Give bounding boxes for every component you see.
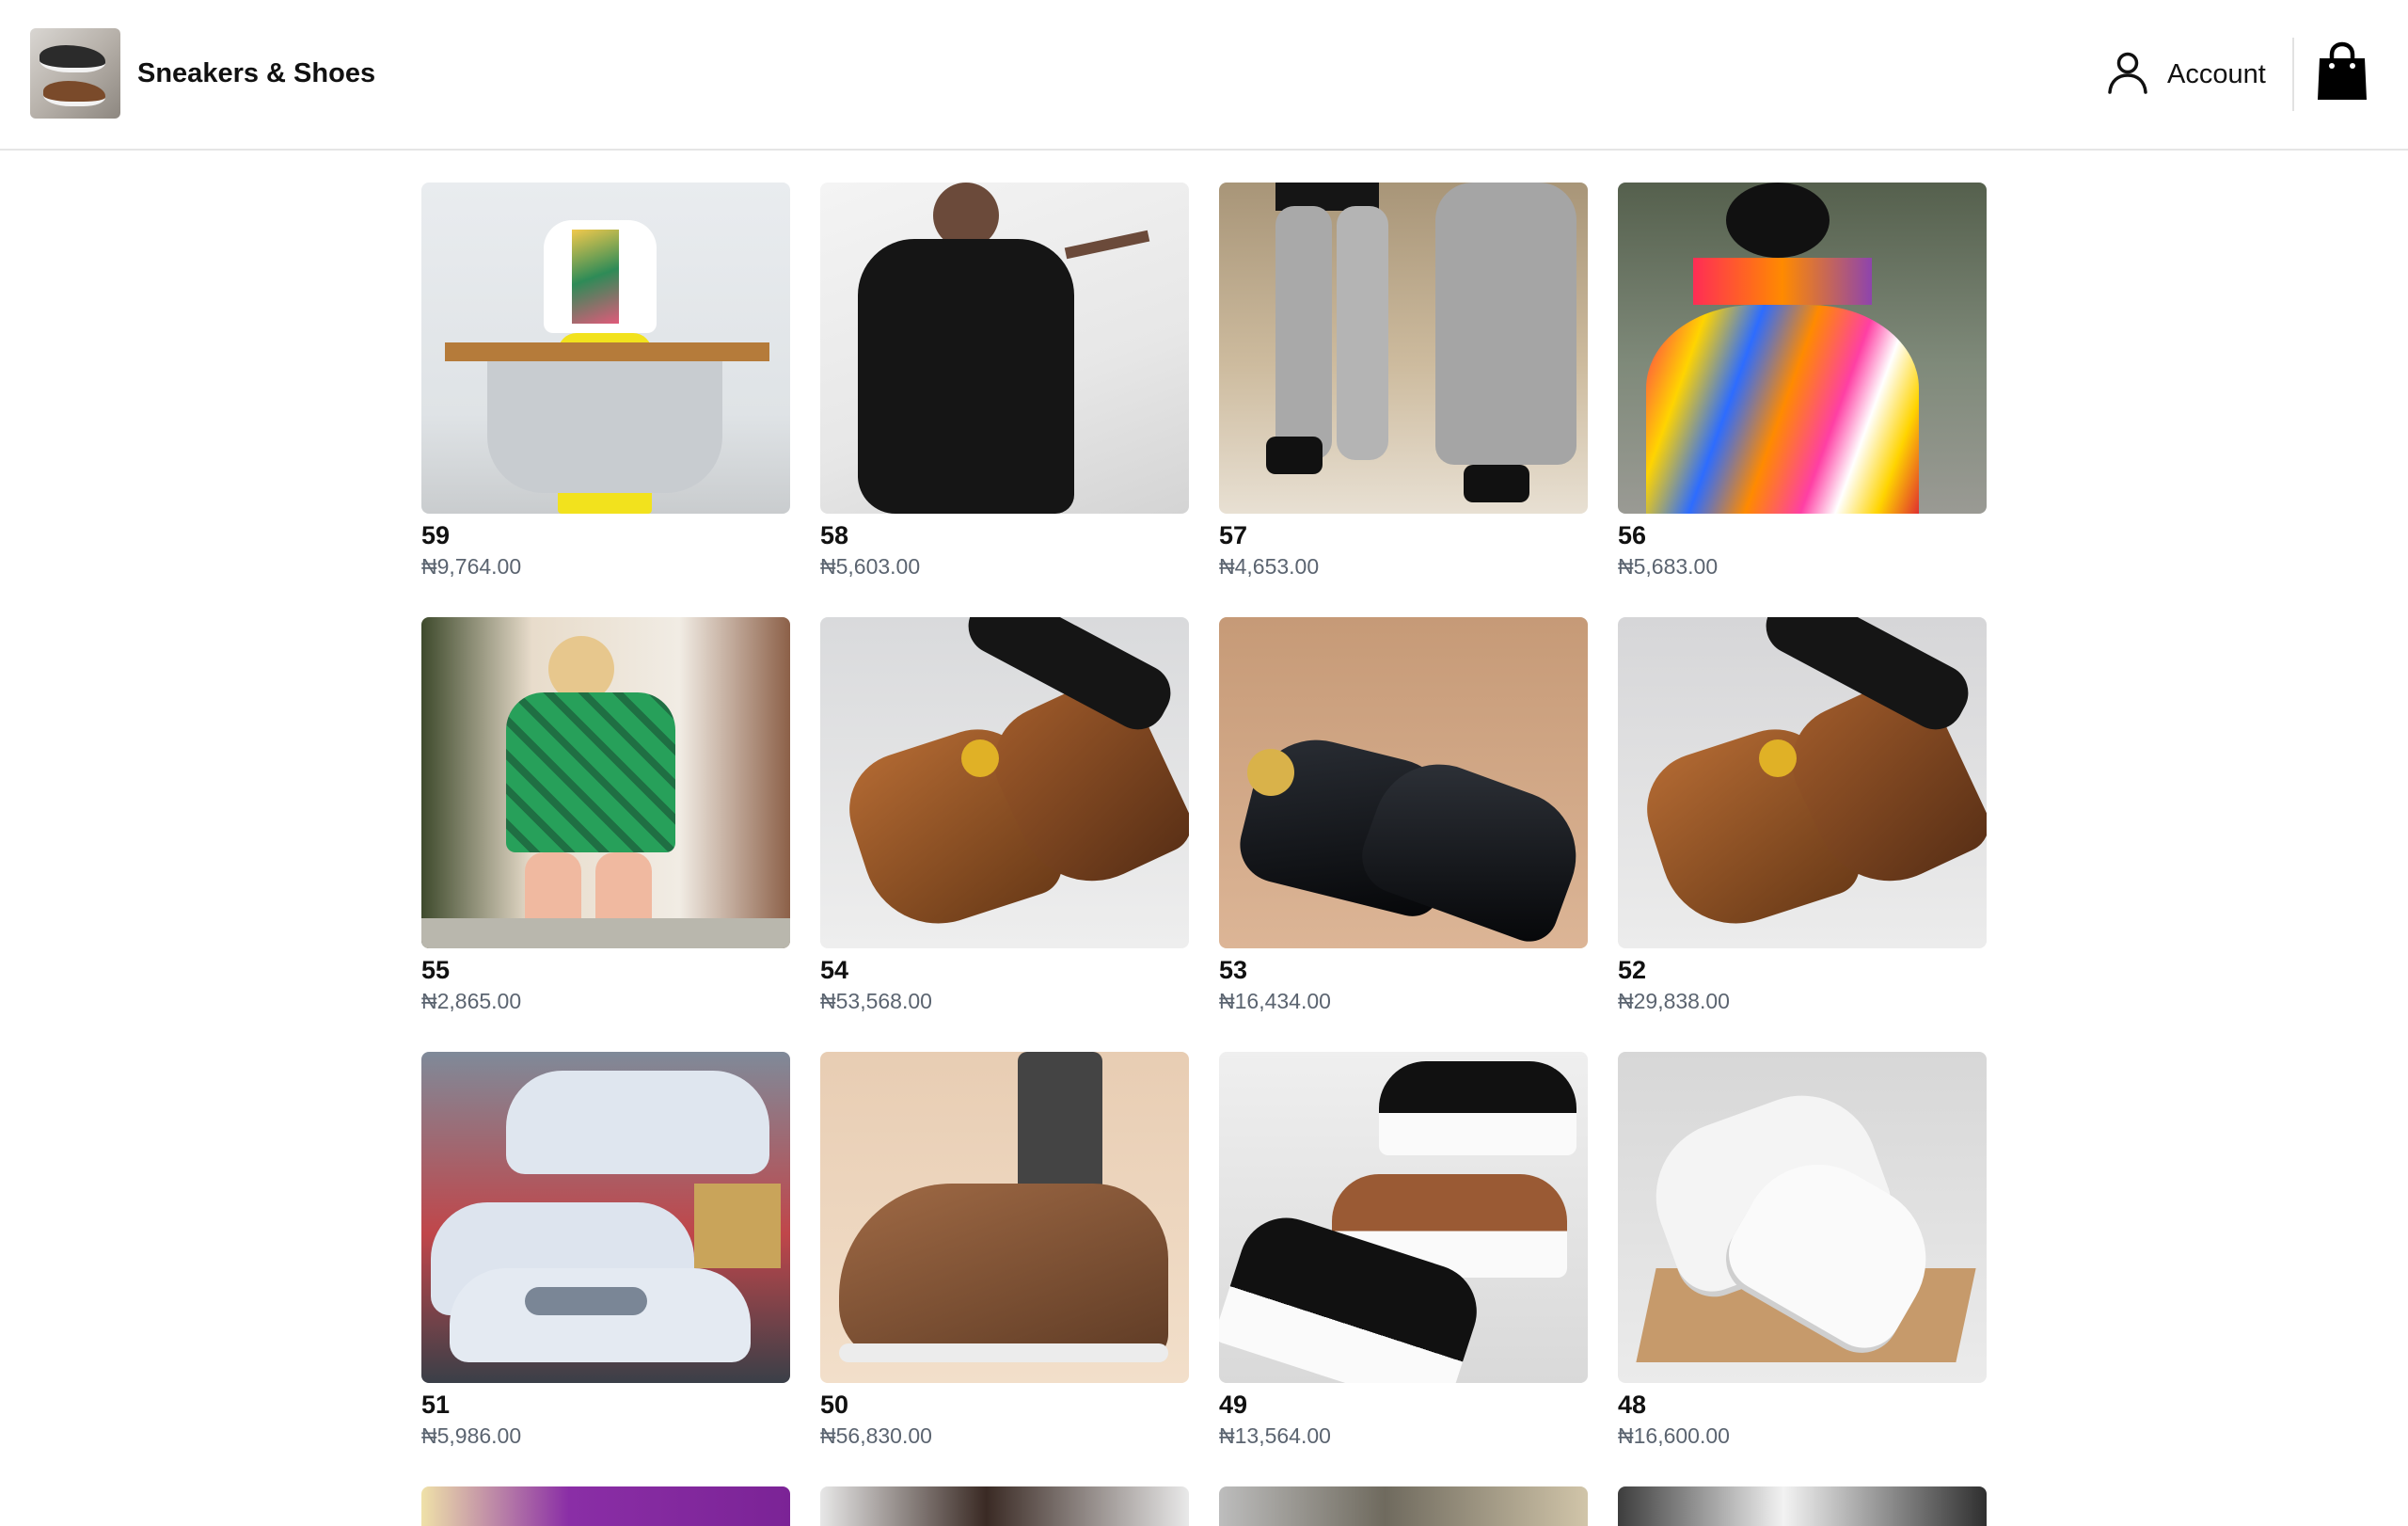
product-price: ₦16,600.00 (1618, 1423, 1730, 1448)
product-price: ₦5,683.00 (1618, 554, 1719, 579)
product-image[interactable] (820, 617, 1189, 948)
product-title[interactable]: 55 (421, 954, 790, 986)
product-card[interactable] (1219, 1486, 1588, 1526)
product-title[interactable]: 59 (421, 519, 790, 551)
product-card[interactable]: 58 ₦5,603.00 (820, 183, 1189, 581)
product-title[interactable]: 48 (1618, 1389, 1987, 1421)
product-card[interactable]: 59 ₦9,764.00 (421, 183, 790, 581)
product-image[interactable] (1618, 617, 1987, 948)
store-home-link[interactable]: Sneakers & Shoes (30, 28, 375, 119)
product-card[interactable]: 48 ₦16,600.00 (1618, 1052, 1987, 1451)
product-title[interactable]: 57 (1219, 519, 1588, 551)
product-image[interactable] (820, 1486, 1189, 1526)
user-icon (2107, 51, 2148, 99)
product-image[interactable] (421, 1486, 790, 1526)
product-image[interactable] (421, 183, 790, 514)
product-image[interactable] (1618, 1052, 1987, 1383)
product-image[interactable] (820, 183, 1189, 514)
store-name: Sneakers & Shoes (137, 57, 376, 88)
cart-button[interactable] (2316, 41, 2368, 102)
product-image[interactable] (1618, 183, 1987, 514)
shopping-bag-icon (2316, 41, 2368, 105)
product-card[interactable]: 57 ₦4,653.00 (1219, 183, 1588, 581)
product-image[interactable] (1219, 1052, 1588, 1383)
product-title[interactable]: 56 (1618, 519, 1987, 551)
product-title[interactable]: 53 (1219, 954, 1588, 986)
product-card[interactable]: 51 ₦5,986.00 (421, 1052, 790, 1451)
account-label: Account (2167, 59, 2266, 89)
product-card[interactable]: 50 ₦56,830.00 (820, 1052, 1189, 1451)
product-card[interactable] (1618, 1486, 1987, 1526)
product-image[interactable] (1618, 1486, 1987, 1526)
product-card[interactable]: 55 ₦2,865.00 (421, 617, 790, 1016)
product-card[interactable]: 56 ₦5,683.00 (1618, 183, 1987, 581)
product-price: ₦56,830.00 (820, 1423, 932, 1448)
product-price: ₦53,568.00 (820, 989, 932, 1013)
product-title[interactable]: 52 (1618, 954, 1987, 986)
product-image[interactable] (421, 617, 790, 948)
site-header: Sneakers & Shoes Account (0, 0, 2408, 151)
product-card[interactable]: 49 ₦13,564.00 (1219, 1052, 1588, 1451)
store-logo (30, 28, 120, 119)
product-title[interactable]: 51 (421, 1389, 790, 1421)
product-card[interactable]: 52 ₦29,838.00 (1618, 617, 1987, 1016)
header-divider (2292, 38, 2294, 111)
product-price: ₦29,838.00 (1618, 989, 1730, 1013)
product-price: ₦13,564.00 (1219, 1423, 1331, 1448)
product-title[interactable]: 58 (820, 519, 1189, 551)
product-price: ₦4,653.00 (1219, 554, 1320, 579)
product-price: ₦9,764.00 (421, 554, 522, 579)
product-title[interactable]: 54 (820, 954, 1189, 986)
product-price: ₦5,603.00 (820, 554, 921, 579)
product-price: ₦16,434.00 (1219, 989, 1331, 1013)
product-grid: 59 ₦9,764.00 58 ₦5,603.00 57 ₦4,653.00 5… (421, 183, 1987, 1526)
product-image[interactable] (1219, 617, 1588, 948)
product-image[interactable] (820, 1052, 1189, 1383)
product-title[interactable]: 50 (820, 1389, 1189, 1421)
account-button[interactable]: Account (2107, 51, 2266, 99)
product-card[interactable]: 53 ₦16,434.00 (1219, 617, 1588, 1016)
product-image[interactable] (1219, 1486, 1588, 1526)
product-card[interactable] (421, 1486, 790, 1526)
product-price: ₦2,865.00 (421, 989, 522, 1013)
product-card[interactable]: 54 ₦53,568.00 (820, 617, 1189, 1016)
product-image[interactable] (1219, 183, 1588, 514)
product-title[interactable]: 49 (1219, 1389, 1588, 1421)
product-price: ₦5,986.00 (421, 1423, 522, 1448)
product-card[interactable] (820, 1486, 1189, 1526)
product-image[interactable] (421, 1052, 790, 1383)
